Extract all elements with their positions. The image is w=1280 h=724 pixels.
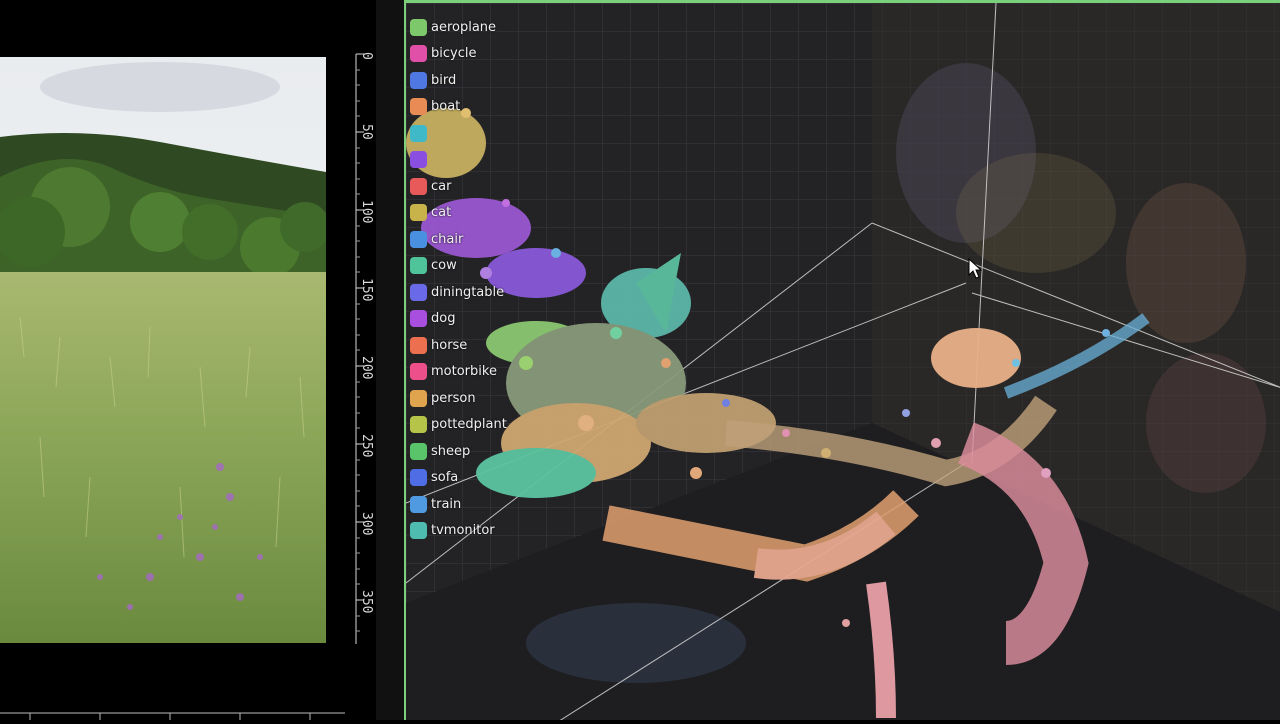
legend-label: bicycle xyxy=(431,46,477,62)
ruler-tick-label: 0 xyxy=(359,52,374,60)
legend-item[interactable]: motorbike xyxy=(410,359,550,386)
legend-item[interactable]: person xyxy=(410,385,550,412)
legend-item[interactable]: bird xyxy=(410,67,550,94)
legend-swatch xyxy=(410,124,427,142)
legend-item[interactable]: chair xyxy=(410,226,550,253)
legend-label: train xyxy=(431,496,462,512)
legend-swatch xyxy=(410,283,427,301)
legend-swatch xyxy=(410,151,427,169)
legend-swatch xyxy=(410,495,427,513)
ruler-tick-label: 150 xyxy=(359,278,374,302)
legend-item[interactable]: tvmonitor xyxy=(410,518,550,545)
legend-item[interactable]: sheep xyxy=(410,438,550,465)
horizontal-ruler xyxy=(0,705,350,720)
input-image xyxy=(0,57,326,643)
ruler-tick-label: 250 xyxy=(359,434,374,458)
legend-item[interactable]: boat xyxy=(410,94,550,121)
legend-item[interactable]: bicycle xyxy=(410,41,550,68)
panel-divider xyxy=(376,0,404,720)
legend-swatch xyxy=(410,442,427,460)
legend-swatch xyxy=(410,177,427,195)
class-legend: aeroplane bicycle bird boat car cat chai… xyxy=(410,14,550,544)
legend-label: sheep xyxy=(431,443,471,459)
legend-swatch xyxy=(410,310,427,328)
legend-item[interactable]: pottedplant xyxy=(410,412,550,439)
legend-item[interactable] xyxy=(410,120,550,147)
legend-swatch xyxy=(410,363,427,381)
legend-label: horse xyxy=(431,337,468,353)
legend-label: pottedplant xyxy=(431,417,507,433)
legend-item[interactable]: aeroplane xyxy=(410,14,550,41)
legend-label: motorbike xyxy=(431,364,497,380)
legend-swatch xyxy=(410,45,427,63)
ruler-tick-label: 50 xyxy=(359,124,374,140)
legend-label: chair xyxy=(431,231,464,247)
legend-swatch xyxy=(410,416,427,434)
legend-item[interactable]: cat xyxy=(410,200,550,227)
ruler-tick-label: 100 xyxy=(359,200,374,224)
legend-label: aeroplane xyxy=(431,19,497,35)
legend-swatch xyxy=(410,469,427,487)
legend-item[interactable]: dog xyxy=(410,306,550,333)
legend-swatch xyxy=(410,389,427,407)
legend-swatch xyxy=(410,71,427,89)
legend-item[interactable]: horse xyxy=(410,332,550,359)
legend-item[interactable] xyxy=(410,147,550,174)
mouse-pointer-icon xyxy=(968,258,983,279)
vertical-ruler: 0 50 100 150 200 250 300 350 xyxy=(352,40,376,650)
legend-label: diningtable xyxy=(431,284,505,300)
legend-label: person xyxy=(431,390,476,406)
ruler-tick-label: 300 xyxy=(359,512,374,536)
legend-swatch xyxy=(410,98,427,116)
legend-swatch xyxy=(410,18,427,36)
legend-item[interactable]: train xyxy=(410,491,550,518)
legend-item[interactable]: sofa xyxy=(410,465,550,492)
legend-item[interactable]: car xyxy=(410,173,550,200)
legend-swatch xyxy=(410,336,427,354)
legend-label: cat xyxy=(431,205,452,221)
legend-label: sofa xyxy=(431,470,459,486)
legend-label: dog xyxy=(431,311,456,327)
legend-label: car xyxy=(431,178,452,194)
legend-item[interactable]: cow xyxy=(410,253,550,280)
legend-swatch xyxy=(410,522,427,540)
legend-label: cow xyxy=(431,258,457,274)
legend-swatch xyxy=(410,230,427,248)
legend-label: boat xyxy=(431,99,461,115)
ruler-tick-label: 350 xyxy=(359,590,374,614)
legend-label: tvmonitor xyxy=(431,523,495,539)
legend-label: bird xyxy=(431,72,457,88)
legend-swatch xyxy=(410,257,427,275)
legend-item[interactable]: diningtable xyxy=(410,279,550,306)
ruler-tick-label: 200 xyxy=(359,356,374,380)
legend-swatch xyxy=(410,204,427,222)
